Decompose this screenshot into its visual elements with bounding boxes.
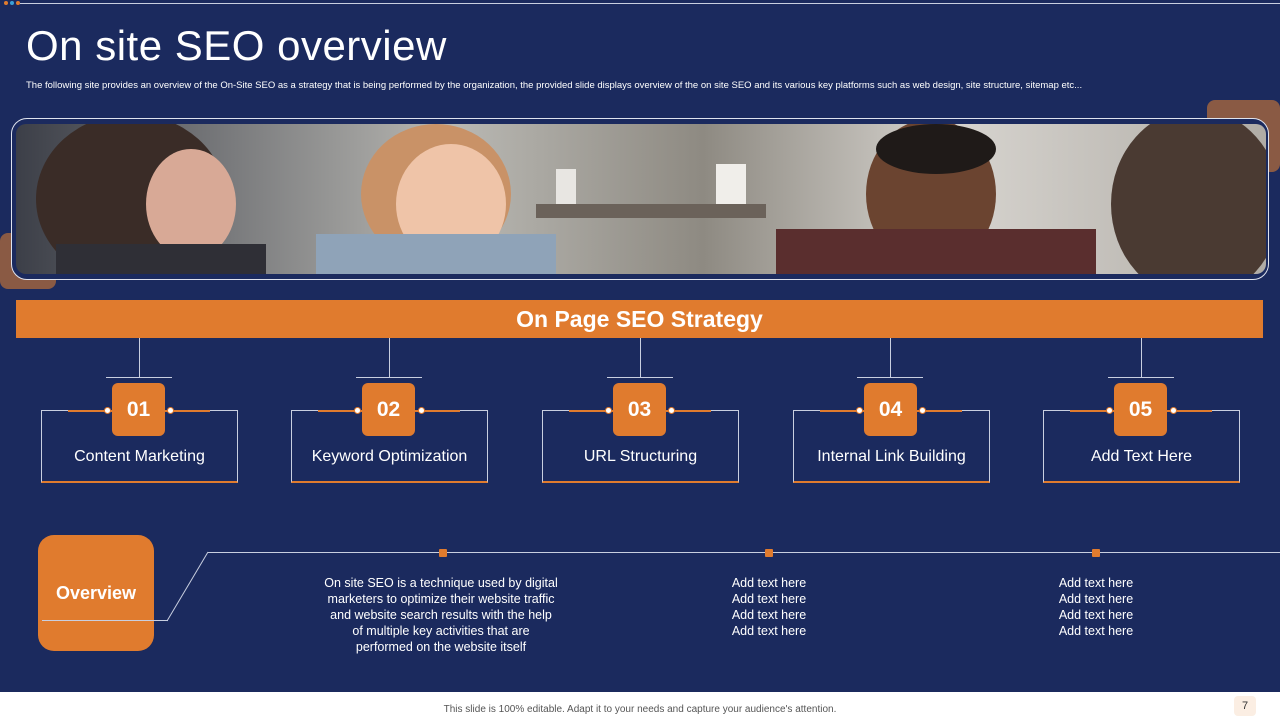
connector-line [106,377,172,378]
strategy-label: Content Marketing [74,448,205,465]
strategy-banner: On Page SEO Strategy [16,300,1263,338]
card-dot-icon [1106,407,1113,414]
strategy-badge-4: 04 [864,383,917,436]
card-dot-icon [354,407,361,414]
strategy-label: Keyword Optimization [311,448,468,465]
strategy-badge-2: 02 [362,383,415,436]
strategy-badge-1: 01 [112,383,165,436]
timeline-marker-icon [765,549,773,557]
card-dot-icon [668,407,675,414]
slide-subtitle: The following site provides an overview … [26,80,1083,91]
strategy-badge-3: 03 [613,383,666,436]
card-dot-icon [856,407,863,414]
card-dot-icon [104,407,111,414]
connector-line [356,377,422,378]
team-meeting-photo [16,124,1266,274]
timeline-marker-icon [1092,549,1100,557]
timeline-marker-icon [439,549,447,557]
strategy-label: URL Structuring [583,448,698,465]
strategy-label: Add Text Here [1090,448,1193,465]
connector-line [1108,377,1174,378]
card-dot-icon [919,407,926,414]
overview-description: On site SEO is a technique used by digit… [324,576,558,654]
overview-column-3: Add text here Add text here Add text her… [1058,576,1134,638]
overview-underline [42,620,168,621]
page-number: 7 [1234,696,1256,716]
footer-text: This slide is 100% editable. Adapt it to… [443,704,837,715]
card-dot-icon [1170,407,1177,414]
overview-box: Overview [38,535,154,651]
window-dots-icon [4,1,20,5]
connector-line [857,377,923,378]
slide-title: On site SEO overview [26,22,447,69]
strategy-badge-5: 05 [1114,383,1167,436]
overview-connector [166,551,209,622]
card-dot-icon [605,407,612,414]
card-dot-icon [167,407,174,414]
overview-column-2: Add text here Add text here Add text her… [731,576,807,638]
connector-line [890,338,891,378]
connector-line [607,377,673,378]
strategy-label: Internal Link Building [817,448,966,465]
connector-line [139,338,140,378]
connector-line [640,338,641,378]
connector-line [389,338,390,378]
card-dot-icon [418,407,425,414]
connector-line [1141,338,1142,378]
footer-bar: This slide is 100% editable. Adapt it to… [0,692,1280,720]
top-divider [20,3,1280,4]
overview-timeline [208,552,1280,553]
